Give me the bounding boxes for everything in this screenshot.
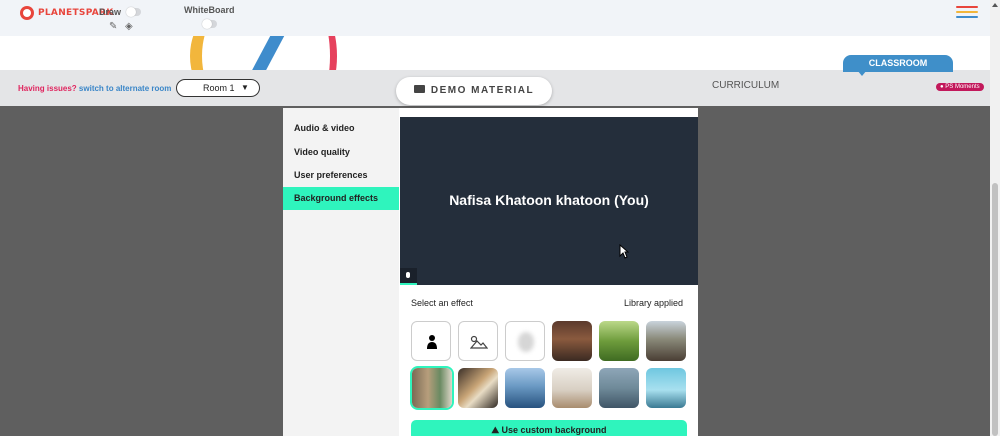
room-select[interactable]: Room 1 ▼ xyxy=(176,79,260,97)
effect-beach-pier[interactable] xyxy=(646,368,686,408)
whiteboard-label: WhiteBoard xyxy=(184,5,235,15)
ps-moments-label: PS Moments xyxy=(945,84,980,90)
effect-ocean[interactable] xyxy=(505,368,545,408)
preview-participant-name: Nafisa Khatoon khatoon (You) xyxy=(449,192,649,208)
settings-item-user-preferences[interactable]: User preferences xyxy=(283,164,399,187)
effect-bookshelf[interactable] xyxy=(412,368,452,408)
eraser-icon[interactable]: ◈ xyxy=(125,21,133,32)
custom-background-label: Use custom background xyxy=(501,425,607,435)
scrollbar-thumb[interactable] xyxy=(992,183,998,436)
decor-strip xyxy=(0,36,990,70)
image-icon: ⛰ xyxy=(491,425,499,435)
effect-loft[interactable] xyxy=(458,368,498,408)
blurred-person-icon xyxy=(518,332,534,352)
menu-icon[interactable] xyxy=(956,6,978,18)
room-select-value: Room 1 xyxy=(203,83,235,93)
classroom-tab-pointer xyxy=(857,70,867,76)
library-applied-label: Library applied xyxy=(624,298,684,308)
issues-text: Having issues? xyxy=(18,84,77,93)
microphone-button[interactable] xyxy=(400,268,417,285)
effect-brick-room[interactable] xyxy=(552,321,592,361)
curriculum-tab[interactable]: CURRICULUM xyxy=(712,80,779,91)
mouse-cursor-icon xyxy=(619,244,629,259)
effect-none[interactable] xyxy=(411,321,451,361)
landscape-blur-icon xyxy=(470,335,488,349)
logo-mark-icon xyxy=(20,6,34,20)
effect-agave-plant[interactable] xyxy=(599,368,639,408)
video-preview: Nafisa Khatoon khatoon (You) xyxy=(400,117,698,285)
camera-icon: ● xyxy=(940,84,944,90)
settings-dialog: Audio & video Video quality User prefere… xyxy=(283,108,698,436)
microphone-icon xyxy=(406,272,410,278)
use-custom-background-button[interactable]: ⛰ Use custom background xyxy=(411,420,687,436)
top-toolbar: PLANETSPARK Draw ✎ ◈ WhiteBoard xyxy=(0,0,990,36)
scroll-up-icon[interactable] xyxy=(992,3,998,7)
pencil-icon[interactable]: ✎ xyxy=(109,21,117,32)
person-icon xyxy=(427,335,437,349)
demo-material-label: DEMO MATERIAL xyxy=(430,85,535,96)
whiteboard-toggle[interactable] xyxy=(202,19,217,29)
settings-item-background-effects[interactable]: Background effects xyxy=(283,187,399,210)
effect-blur[interactable] xyxy=(505,321,545,361)
effect-mountain-sunset[interactable] xyxy=(646,321,686,361)
settings-item-video-quality[interactable]: Video quality xyxy=(283,141,399,164)
alternate-room-link[interactable]: switch to alternate room xyxy=(79,84,171,93)
draw-label: Draw xyxy=(99,7,122,17)
demo-material-button[interactable]: DEMO MATERIAL xyxy=(396,77,552,105)
effect-green-park[interactable] xyxy=(599,321,639,361)
select-effect-label: Select an effect xyxy=(411,298,473,308)
ps-moments-badge[interactable]: ● PS Moments xyxy=(936,83,984,91)
issues-message: Having issues? switch to alternate room xyxy=(18,84,171,93)
settings-item-audio-video[interactable]: Audio & video xyxy=(283,117,399,140)
effect-white-room[interactable] xyxy=(552,368,592,408)
folder-icon xyxy=(413,85,425,94)
decor-arc-red xyxy=(270,36,337,70)
draw-toggle[interactable] xyxy=(126,7,141,17)
settings-sidebar: Audio & video Video quality User prefere… xyxy=(283,108,399,436)
caret-down-icon: ▼ xyxy=(241,83,249,92)
effect-slight-blur[interactable] xyxy=(458,321,498,361)
page-scrollbar[interactable] xyxy=(990,0,1000,436)
